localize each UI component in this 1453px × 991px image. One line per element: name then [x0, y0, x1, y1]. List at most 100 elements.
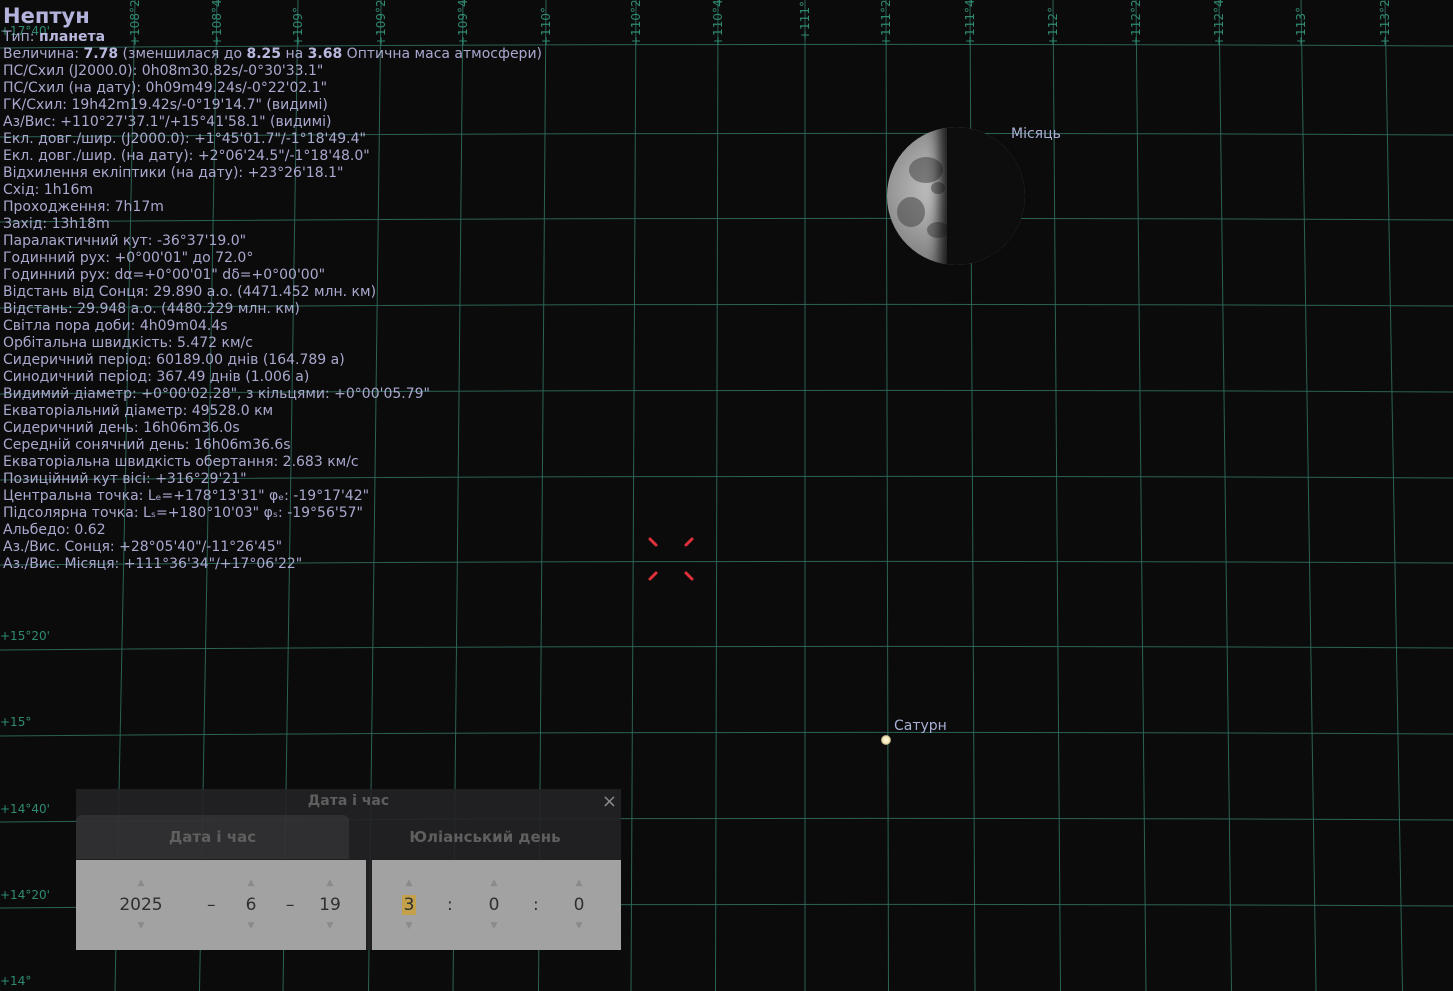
info-line: ПС/Схил (J2000.0): 0h08m30.82s/-0°30'33.… — [3, 63, 324, 79]
hour-value[interactable]: 3 — [384, 894, 434, 916]
info-line: Годинний рух: dα=+0°00'01" dδ=+0°00'00" — [3, 267, 326, 283]
chevron-down-icon[interactable]: ▼ — [116, 921, 166, 931]
time-panel: ▲ 3 ▼ : ▲ 0 ▼ : ▲ 0 ▼ — [372, 860, 621, 950]
hour-spinbox[interactable]: ▲ 3 ▼ — [384, 860, 434, 950]
info-line: Проходження: 7h17m — [3, 199, 164, 215]
azimuth-grid-line — [1384, 0, 1403, 991]
info-line: Видимий діаметр: +0°00'02.28", з кільцям… — [3, 386, 430, 402]
altitude-grid-label: +15° — [0, 715, 31, 729]
info-line: Центральна точка: Lₑ=+178°13'31" φₑ: -19… — [3, 488, 370, 504]
azimuth-grid-label: +110°40' — [711, 0, 725, 46]
saturn-object[interactable] — [881, 735, 891, 745]
minute-value[interactable]: 0 — [469, 894, 519, 916]
month-spinbox[interactable]: ▲ 6 ▼ — [226, 860, 276, 950]
info-line: Аз./Вис. Сонця: +28°05'40"/-11°26'45" — [3, 539, 283, 555]
date-separator: – — [286, 895, 295, 915]
info-line: Аз/Вис: +110°27'37.1"/+15°41'58.1" (види… — [3, 114, 332, 130]
azimuth-grid-label: +112° — [1046, 7, 1060, 46]
chevron-down-icon[interactable]: ▼ — [226, 921, 276, 931]
object-name: Нептун — [3, 4, 90, 28]
info-line: Орбітальна швидкість: 5.472 км/с — [3, 335, 253, 351]
saturn-label[interactable]: Сатурн — [894, 718, 947, 734]
info-line: Світла пора доби: 4h09m04.4s — [3, 318, 228, 334]
azimuth-grid-line — [1218, 0, 1232, 991]
azimuth-grid-line — [715, 0, 719, 991]
azimuth-grid-label: +110°20' — [629, 0, 643, 46]
minute-spinbox[interactable]: ▲ 0 ▼ — [469, 860, 519, 950]
close-icon[interactable]: × — [602, 791, 617, 812]
info-line: Екл. довг./шир. (J2000.0): +1°45'01.7"/-… — [3, 131, 366, 147]
info-line: Позиційний кут вісі: +316°29'21" — [3, 471, 247, 487]
time-separator: : — [533, 895, 539, 915]
altitude-grid-label: +15°20' — [0, 629, 50, 643]
altitude-grid-line — [0, 645, 1453, 651]
azimuth-grid-line — [1135, 0, 1147, 991]
altitude-grid-label: +14° — [0, 974, 31, 988]
moon-disk[interactable] — [887, 127, 1025, 265]
info-line: Альбедо: 0.62 — [3, 522, 106, 538]
azimuth-grid-line — [630, 0, 637, 991]
info-line: Екл. довг./шир. (на дату): +2°06'24.5"/-… — [3, 148, 370, 164]
info-line: Годинний рух: +0°00'01" до 72.0° — [3, 250, 254, 266]
chevron-up-icon[interactable]: ▲ — [305, 878, 355, 888]
azimuth-grid-label: +112°40' — [1212, 0, 1226, 46]
info-line: Синодичний період: 367.49 днів (1.006 а) — [3, 369, 310, 385]
year-value[interactable]: 2025 — [116, 894, 166, 916]
object-info-lines: ПС/Схил (J2000.0): 0h08m30.82s/-0°30'33.… — [3, 63, 542, 573]
altitude-grid-label: +14°20' — [0, 888, 50, 902]
info-line: Екваторіальний діаметр: 49528.0 км — [3, 403, 274, 419]
chevron-down-icon[interactable]: ▼ — [384, 921, 434, 931]
info-line: Підсолярна точка: Lₛ=+180°10'03" φₛ: -19… — [3, 505, 363, 521]
selection-reticle-icon — [648, 537, 694, 581]
info-line: Сидеричний період: 60189.00 днів (164.78… — [3, 352, 345, 368]
azimuth-grid-line — [1300, 0, 1317, 991]
chevron-up-icon[interactable]: ▲ — [226, 878, 276, 888]
info-line: Відстань: 29.948 а.о. (4480.229 млн. км) — [3, 301, 300, 317]
info-line: Паралактичний кут: -36°37'19.0" — [3, 233, 247, 249]
azimuth-grid-line — [885, 0, 889, 991]
chevron-up-icon[interactable]: ▲ — [116, 878, 166, 888]
azimuth-grid-label: +113°20' — [1378, 0, 1392, 46]
second-value[interactable]: 0 — [554, 894, 604, 916]
info-line: Екваторіальна швидкість обертання: 2.683… — [3, 454, 359, 470]
azimuth-grid-line — [1052, 0, 1061, 991]
altitude-grid-label: +14°40' — [0, 802, 50, 816]
info-line: Схід: 1h16m — [3, 182, 94, 198]
chevron-down-icon[interactable]: ▼ — [554, 921, 604, 931]
window-title[interactable]: Дата і час — [76, 789, 621, 814]
altitude-grid-line — [0, 731, 1453, 737]
info-line: Сидеричний день: 16h06m36.0s — [3, 420, 240, 436]
date-time-window[interactable]: Дата і час × Дата і час Юліанський день … — [76, 789, 621, 950]
info-line: ПС/Схил (на дату): 0h09m49.24s/-0°22'02.… — [3, 80, 328, 96]
object-info-panel: Нептун Тип: планета Величина: 7.78 (змен… — [3, 3, 542, 573]
tab-date-time[interactable]: Дата і час — [76, 815, 349, 859]
day-spinbox[interactable]: ▲ 19 ▼ — [305, 860, 355, 950]
chevron-down-icon[interactable]: ▼ — [469, 921, 519, 931]
info-line: Відхилення екліптики (на дату): +23°26'1… — [3, 165, 344, 181]
month-value[interactable]: 6 — [226, 894, 276, 916]
chevron-down-icon[interactable]: ▼ — [305, 921, 355, 931]
azimuth-grid-label: +111° — [798, 1, 812, 40]
info-line: Відстань від Сонця: 29.890 а.о. (4471.45… — [3, 284, 377, 300]
tab-julian-day[interactable]: Юліанський день — [349, 815, 621, 859]
date-panel: ▲ 2025 ▼ – ▲ 6 ▼ – ▲ 19 ▼ — [76, 860, 366, 950]
year-spinbox[interactable]: ▲ 2025 ▼ — [116, 860, 166, 950]
time-separator: : — [447, 895, 453, 915]
chevron-up-icon[interactable]: ▲ — [469, 878, 519, 888]
info-line: Захід: 13h18m — [3, 216, 110, 232]
info-line: ГК/Схил: 19h42m19.42s/-0°19'14.7" (видим… — [3, 97, 328, 113]
azimuth-grid-label: +112°20' — [1129, 0, 1143, 46]
azimuth-grid-label: +113° — [1294, 7, 1308, 46]
chevron-up-icon[interactable]: ▲ — [554, 878, 604, 888]
azimuth-grid-label: +111°40' — [963, 0, 977, 46]
object-type: Тип: планета — [3, 29, 106, 45]
info-line: Середній сонячний день: 16h06m36.6s — [3, 437, 291, 453]
moon-label[interactable]: Місяць — [1011, 126, 1061, 142]
date-separator: – — [207, 895, 216, 915]
object-magnitude: Величина: 7.78 (зменшилася до 8.25 на 3.… — [3, 46, 543, 62]
info-line: Аз./Вис. Місяця: +111°36'34"/+17°06'22" — [3, 556, 303, 572]
azimuth-grid-label: +111°20' — [879, 0, 893, 46]
day-value[interactable]: 19 — [305, 894, 355, 916]
second-spinbox[interactable]: ▲ 0 ▼ — [554, 860, 604, 950]
chevron-up-icon[interactable]: ▲ — [384, 878, 434, 888]
